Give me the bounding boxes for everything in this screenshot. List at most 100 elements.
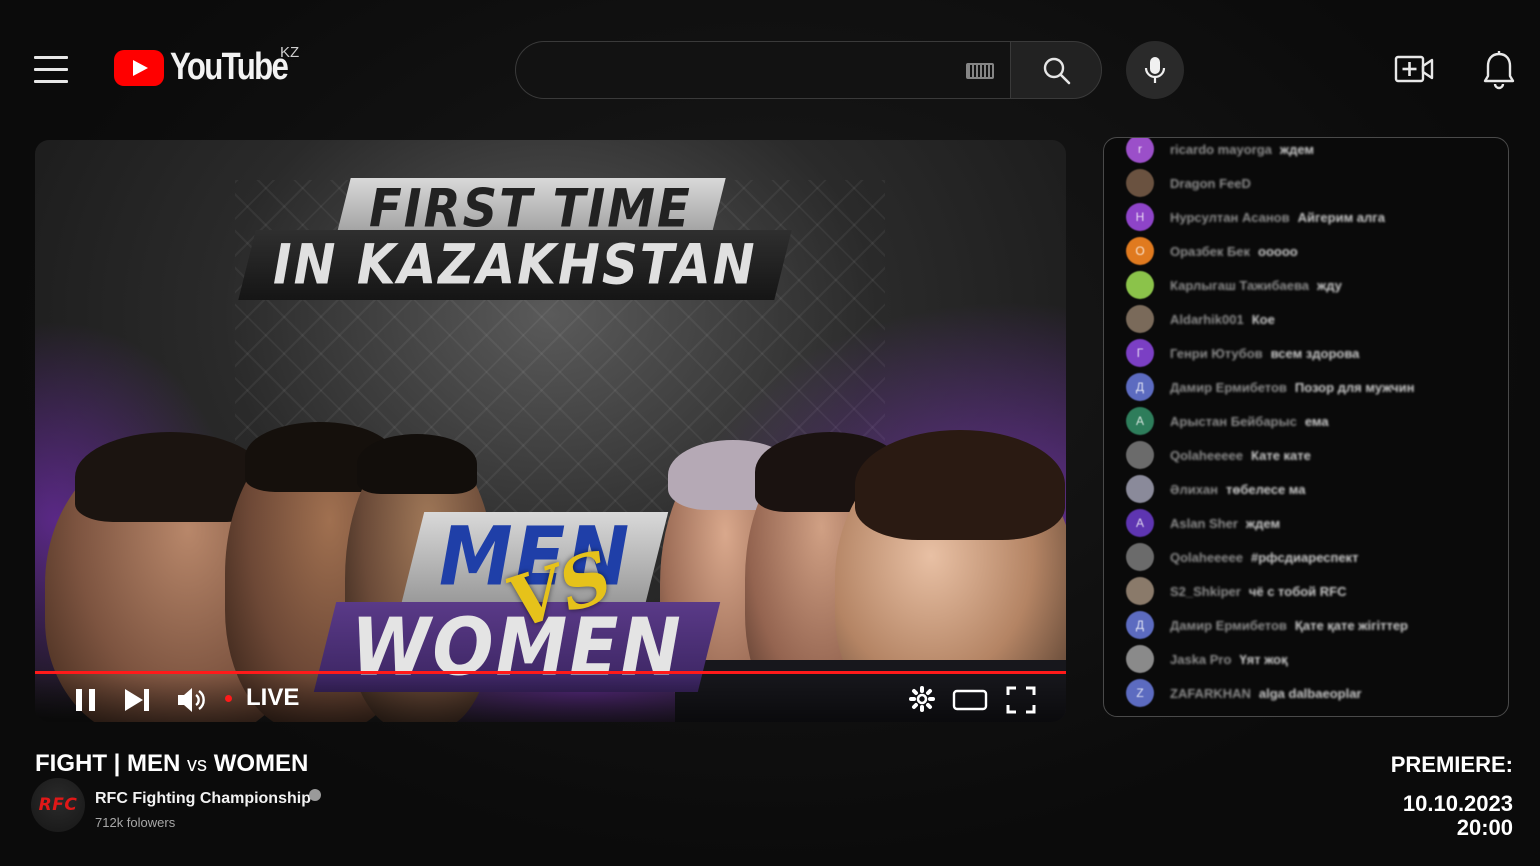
live-chat-panel[interactable]: r ricardo mayorga ждем Dragon FeeD Н Нурсулта… xyxy=(1103,137,1509,717)
menu-icon[interactable] xyxy=(34,56,68,84)
chat-author[interactable]: Qolaheeeee xyxy=(1170,448,1243,463)
premiere-label: PREMIERE: xyxy=(1390,752,1513,777)
next-icon[interactable] xyxy=(123,688,151,712)
voice-search-button[interactable] xyxy=(1126,41,1184,99)
chat-author[interactable]: Карлыгаш Тажибаева xyxy=(1170,278,1309,293)
chat-avatar[interactable]: r xyxy=(1126,138,1154,163)
chat-avatar[interactable]: А xyxy=(1126,407,1154,435)
chat-author[interactable]: ZAFARKHAN xyxy=(1170,686,1251,701)
chat-author[interactable]: Dragon FeeD xyxy=(1170,176,1251,191)
chat-author[interactable]: Aldarhik001 xyxy=(1170,312,1244,327)
chat-text: Позор для мужчин xyxy=(1294,379,1415,395)
settings-icon[interactable] xyxy=(909,686,935,712)
chat-author[interactable]: Jaska Pro xyxy=(1170,652,1231,667)
chat-author[interactable]: Әлихан xyxy=(1170,482,1218,497)
chat-author[interactable]: S2_Shkiper xyxy=(1170,584,1241,599)
chat-text: Үят жоқ xyxy=(1239,651,1288,667)
pause-icon[interactable] xyxy=(73,688,99,712)
chat-avatar[interactable]: О xyxy=(1126,237,1154,265)
chat-message: О Оразбек Бек ооооо xyxy=(1104,234,1508,268)
chat-text: төбелесе ма xyxy=(1226,481,1306,497)
chat-message: Jaska Pro Үят жоқ xyxy=(1104,642,1508,676)
chat-message: Әлихан төбелесе ма xyxy=(1104,472,1508,506)
region-code: KZ xyxy=(280,44,300,61)
microphone-icon xyxy=(1144,57,1166,83)
chat-avatar[interactable]: Д xyxy=(1126,373,1154,401)
chat-message: Д Дамир Ермибетов Позор для мужчин xyxy=(1104,370,1508,404)
chat-message: Qolaheeeee Кате кате xyxy=(1104,438,1508,472)
volume-icon[interactable] xyxy=(176,686,208,714)
premiere-time: 20:00 xyxy=(1456,815,1513,840)
chat-author[interactable]: Арыстан Бейбарыс xyxy=(1170,414,1297,429)
chat-avatar[interactable]: Г xyxy=(1126,339,1154,367)
chat-message: Dragon FeeD xyxy=(1104,166,1508,200)
chat-author[interactable]: Aslan Sher xyxy=(1170,516,1238,531)
chat-message-list: r ricardo mayorga ждем Dragon FeeD Н Нурсулта… xyxy=(1104,138,1508,710)
chat-author[interactable]: Дамир Ермибетов xyxy=(1170,380,1287,395)
chat-avatar[interactable]: A xyxy=(1126,509,1154,537)
chat-author[interactable]: Генри Ютубов xyxy=(1170,346,1263,361)
youtube-play-icon xyxy=(114,49,164,86)
channel-logo: RFC xyxy=(38,795,78,815)
chat-message: Н Нурсултан Асанов Айгерим алга xyxy=(1104,200,1508,234)
channel-avatar[interactable]: RFC xyxy=(31,778,85,832)
live-indicator xyxy=(225,695,232,702)
chat-avatar[interactable] xyxy=(1126,645,1154,673)
chat-author[interactable]: Нурсултан Асанов xyxy=(1170,210,1290,225)
live-label[interactable]: LIVE xyxy=(246,684,299,712)
chat-avatar[interactable] xyxy=(1126,577,1154,605)
chat-text: чё с тобой RFC xyxy=(1248,583,1347,599)
chat-message: Г Генри Ютубов всем здорова xyxy=(1104,336,1508,370)
chat-text: ждем xyxy=(1245,515,1281,531)
chat-avatar[interactable] xyxy=(1126,475,1154,503)
search-button[interactable] xyxy=(1010,41,1102,99)
chat-author[interactable]: Дамир Ермибетов xyxy=(1170,618,1287,633)
search-input[interactable] xyxy=(515,41,1010,99)
chat-message: A Aslan Sher ждем xyxy=(1104,506,1508,540)
chat-text: Кате кате xyxy=(1251,447,1311,463)
notifications-button[interactable] xyxy=(1482,50,1516,95)
chat-text: жду xyxy=(1317,277,1342,293)
chat-avatar[interactable]: Н xyxy=(1126,203,1154,231)
verified-badge-icon xyxy=(309,789,321,801)
chat-message: А Арыстан Бейбарыс ема xyxy=(1104,404,1508,438)
create-video-button[interactable] xyxy=(1394,52,1434,91)
theater-mode-icon[interactable] xyxy=(952,688,988,712)
chat-avatar[interactable] xyxy=(1126,441,1154,469)
video-title: FIGHT | MEN vs WOMEN xyxy=(35,750,309,777)
chat-text: Айгерим алга xyxy=(1297,209,1385,225)
bell-icon xyxy=(1483,51,1515,90)
chat-author[interactable]: Qolaheeeee xyxy=(1170,550,1243,565)
chat-text: всем здорова xyxy=(1270,345,1360,361)
chat-text: ждем xyxy=(1279,141,1315,157)
chat-avatar[interactable] xyxy=(1126,169,1154,197)
chat-avatar[interactable] xyxy=(1126,543,1154,571)
chat-message: Карлыгаш Тажибаева жду xyxy=(1104,268,1508,302)
video-player[interactable]: FIRST TIME IN KAZAKHSTAN MEN WOMEN VS LI… xyxy=(35,140,1066,722)
premiere-date: 10.10.2023 xyxy=(1402,791,1513,816)
chat-text: #рфсдиареспект xyxy=(1251,549,1359,565)
chat-author[interactable]: Оразбек Бек xyxy=(1170,244,1250,259)
chat-avatar[interactable]: Д xyxy=(1126,611,1154,639)
chat-text: ема xyxy=(1304,413,1329,429)
chat-message: Z ZAFARKHAN alga dalbaeoplar xyxy=(1104,676,1508,710)
chat-avatar[interactable] xyxy=(1126,305,1154,333)
fullscreen-icon[interactable] xyxy=(1006,686,1036,714)
chat-text: Қате қате жігіттер xyxy=(1294,617,1408,633)
chat-text: ооооо xyxy=(1258,243,1298,259)
channel-name[interactable]: RFC Fighting Championship xyxy=(95,790,311,808)
subscriber-count: 712k folowers xyxy=(95,815,176,830)
player-controls: LIVE xyxy=(35,674,1066,722)
chat-message: S2_Shkiper чё с тобой RFC xyxy=(1104,574,1508,608)
chat-avatar[interactable] xyxy=(1126,271,1154,299)
chat-message: Д Дамир Ермибетов Қате қате жігіттер xyxy=(1104,608,1508,642)
chat-text: alga dalbaeoplar xyxy=(1258,685,1362,701)
thumbnail-subheadline: IN KAZAKHSTAN xyxy=(238,230,792,300)
chat-message: Qolaheeeee #рфсдиареспект xyxy=(1104,540,1508,574)
chat-avatar[interactable]: Z xyxy=(1126,679,1154,707)
chat-message: r ricardo mayorga ждем xyxy=(1104,138,1508,166)
video-plus-icon xyxy=(1394,55,1434,83)
keyboard-icon[interactable] xyxy=(966,63,994,79)
chat-author[interactable]: ricardo mayorga xyxy=(1170,142,1272,157)
search-icon xyxy=(1043,57,1071,85)
